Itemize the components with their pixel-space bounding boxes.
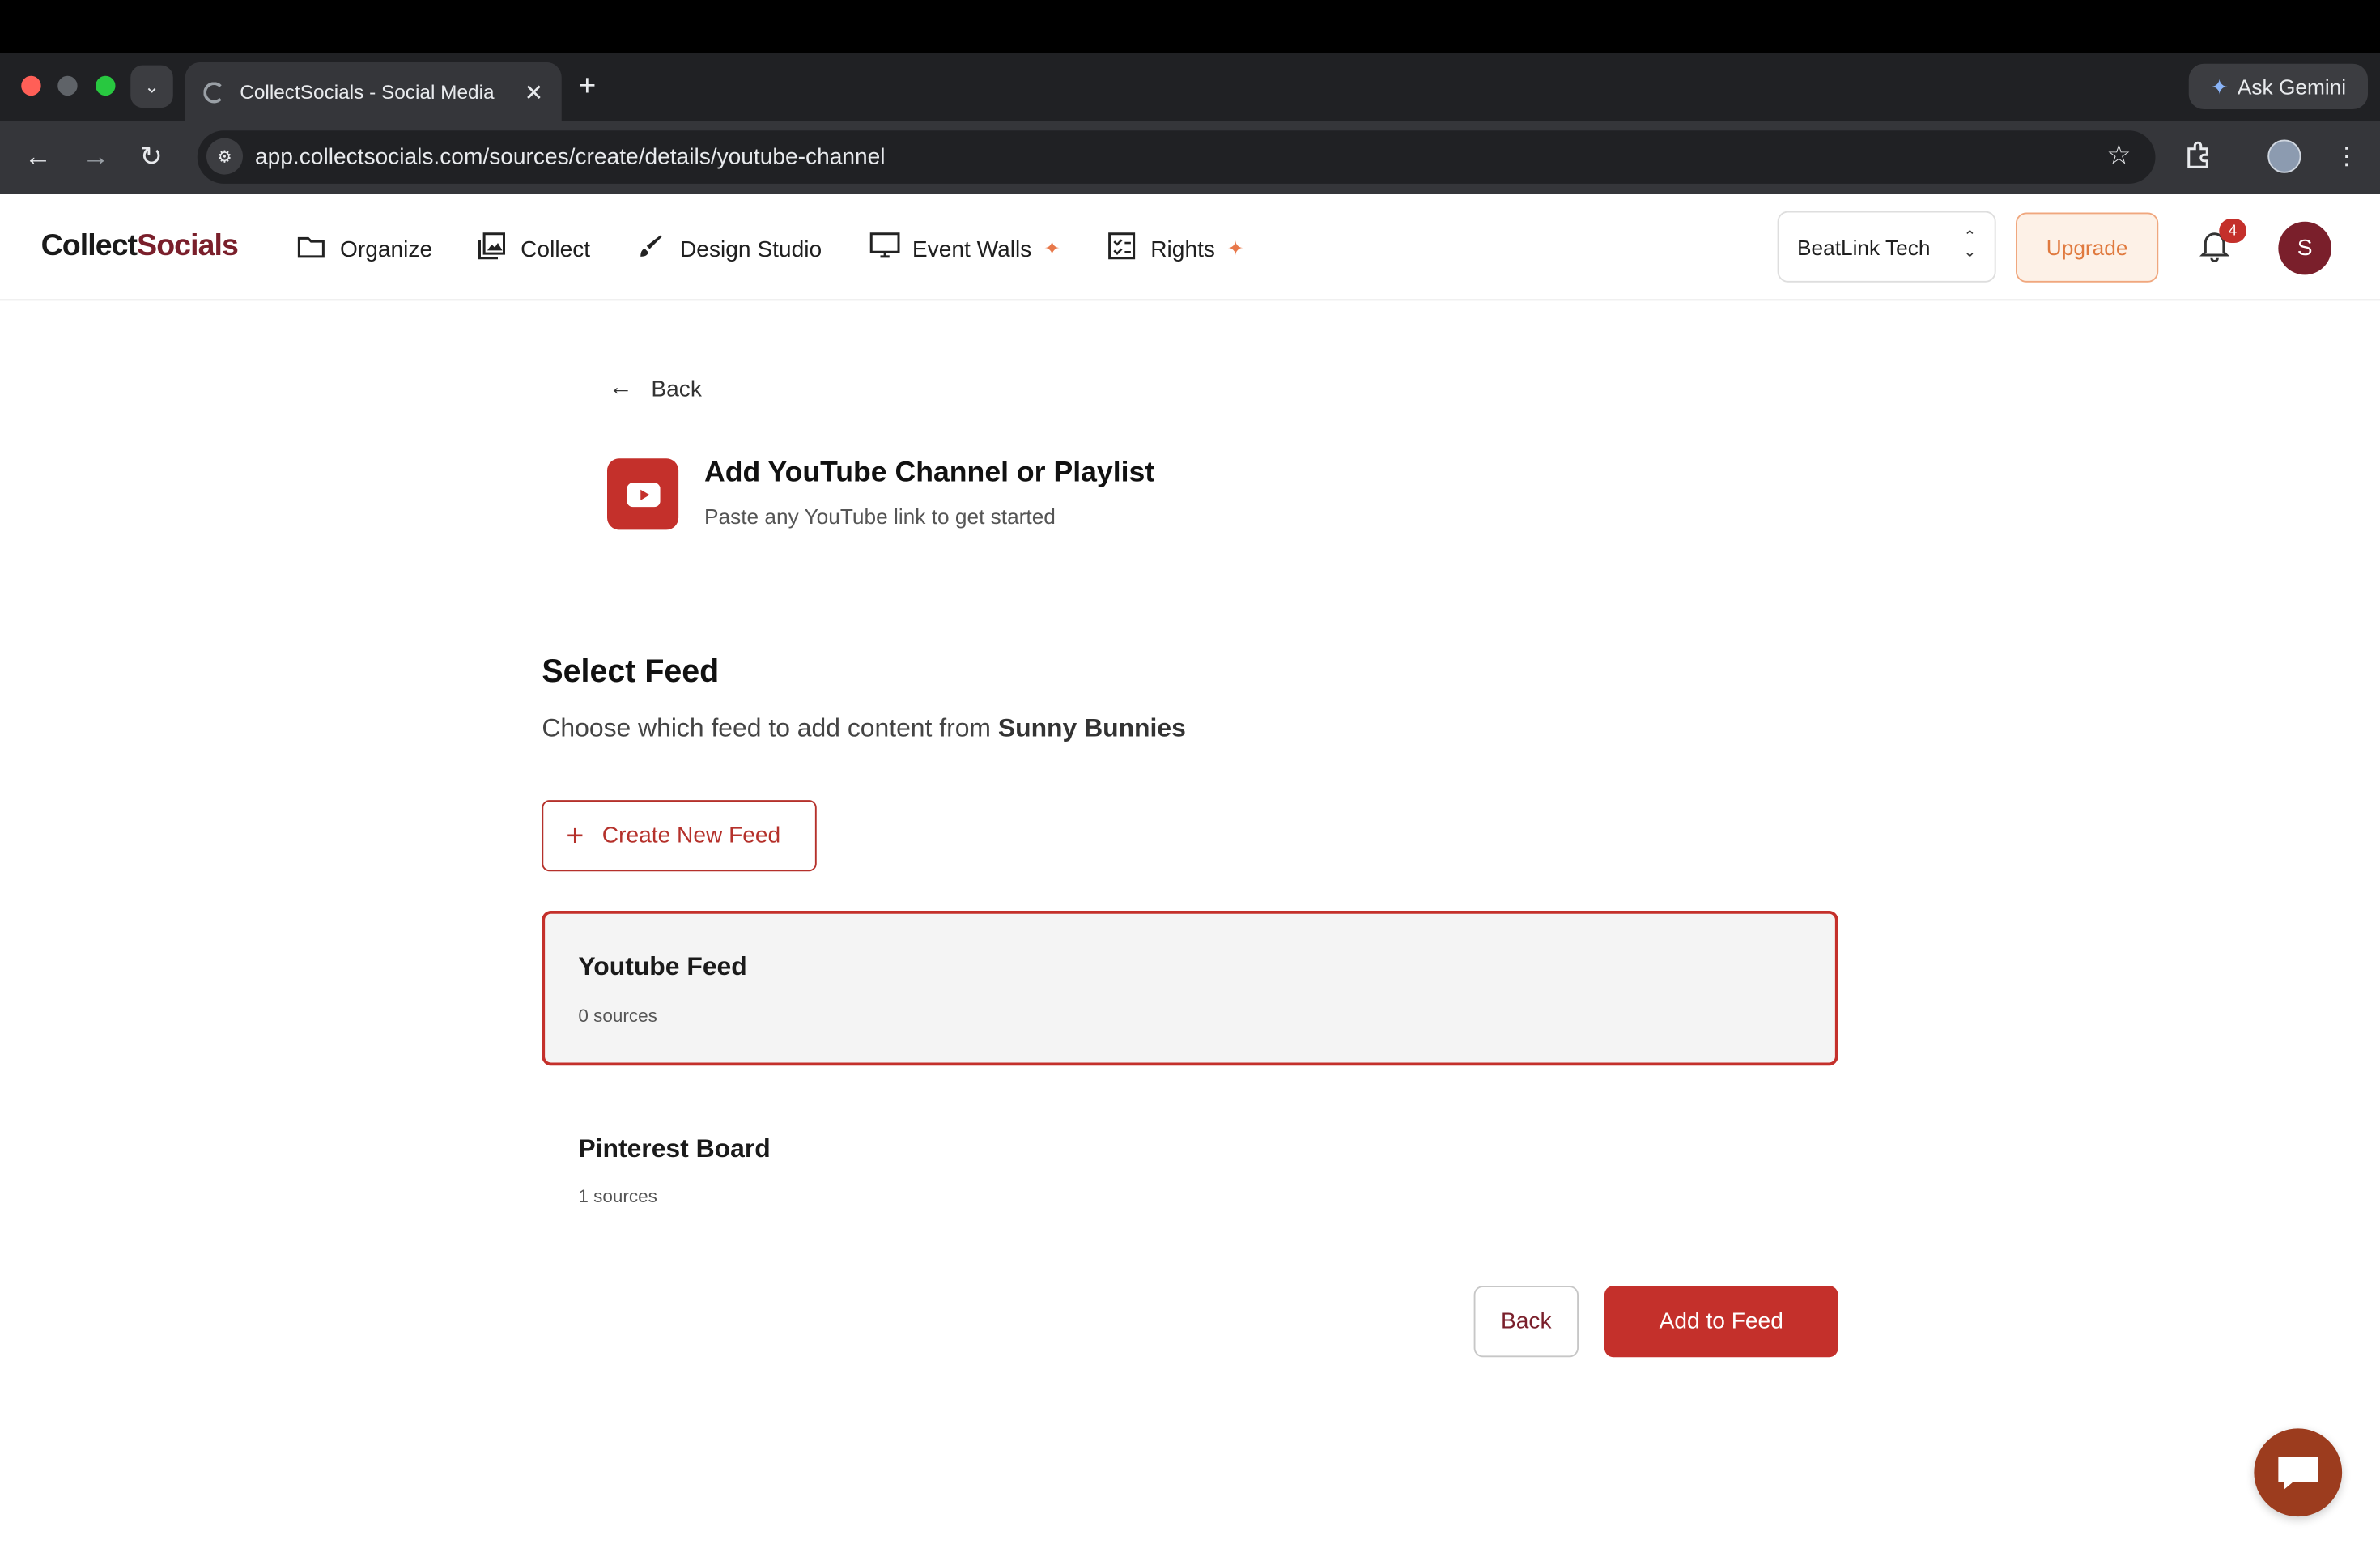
extensions-icon[interactable] [2182, 141, 2213, 179]
arrow-left-icon: ← [608, 375, 633, 401]
tab-search-button[interactable]: ⌄ [130, 65, 173, 108]
nav-collect-label: Collect [521, 236, 591, 262]
feed-name: Pinterest Board [578, 1133, 771, 1163]
chevron-up-down-icon: ⌃ ⌄ [1963, 229, 1977, 262]
section-description: Choose which feed to add content from Su… [542, 713, 1185, 744]
brush-icon [638, 232, 665, 266]
feed-source-count: 0 sources [578, 1005, 657, 1027]
nav-event-walls-label: Event Walls [912, 236, 1032, 262]
collectsocials-logo[interactable]: CollectSocials [40, 229, 239, 264]
back-arrow-icon[interactable]: ← [24, 140, 52, 173]
workspace-name: BeatLink Tech [1797, 234, 1931, 259]
sparkle-icon: ✦ [1043, 236, 1060, 260]
browser-profile-avatar[interactable] [2267, 139, 2301, 173]
create-new-feed-button[interactable]: + Create New Feed [542, 800, 817, 872]
page-title: Add YouTube Channel or Playlist [704, 457, 1155, 489]
monitor-icon [869, 232, 900, 266]
ask-gemini-button[interactable]: ✦ Ask Gemini [2188, 63, 2368, 109]
feed-name: Youtube Feed [578, 951, 747, 981]
menu-bar [0, 0, 2380, 53]
nav-organize-label: Organize [340, 236, 433, 262]
sparkle-icon: ✦ [1226, 236, 1244, 260]
minimize-window-button[interactable] [57, 75, 78, 96]
nav-collect[interactable]: Collect [478, 231, 590, 267]
tab-close-icon[interactable]: ✕ [525, 79, 544, 105]
nav-design-studio-label: Design Studio [680, 236, 822, 262]
tab-title: CollectSocials - Social Media [240, 80, 495, 104]
nav-event-walls[interactable]: Event Walls ✦ [869, 231, 1060, 267]
new-tab-button[interactable]: + [578, 70, 596, 103]
browser-tab[interactable]: CollectSocials - Social Media ✕ [185, 62, 562, 121]
feed-source-count: 1 sources [578, 1185, 657, 1207]
chevron-down-icon: ⌄ [144, 75, 159, 97]
logo-accent-text: Socials [137, 229, 239, 263]
gemini-sparkle-icon: ✦ [2210, 73, 2229, 98]
loading-favicon-icon [203, 81, 225, 103]
screen: ⌄ CollectSocials - Social Media ✕ + ✦ As… [0, 0, 2380, 1548]
image-gallery-icon [478, 232, 506, 266]
checklist-icon [1108, 232, 1136, 266]
ask-gemini-label: Ask Gemini [2237, 74, 2347, 99]
youtube-logo-tile [607, 458, 679, 530]
maximize-window-button[interactable] [96, 75, 116, 96]
back-link-label: Back [651, 376, 702, 402]
chat-icon [2278, 1457, 2318, 1490]
url-text: app.collectsocials.com/sources/create/de… [255, 144, 886, 170]
reload-icon[interactable]: ↻ [140, 140, 163, 173]
address-bar[interactable]: ⚙ app.collectsocials.com/sources/create/… [197, 130, 2156, 184]
nav-design-studio[interactable]: Design Studio [638, 231, 822, 267]
chat-support-button[interactable] [2254, 1428, 2343, 1517]
close-window-button[interactable] [21, 75, 41, 96]
add-to-feed-button[interactable]: Add to Feed [1604, 1286, 1838, 1358]
forward-arrow-icon[interactable]: → [82, 140, 109, 173]
browser-menu-icon[interactable]: ⋮ [2335, 141, 2359, 172]
back-button[interactable]: Back [1473, 1286, 1579, 1358]
folder-icon [297, 234, 325, 265]
nav-rights[interactable]: Rights ✦ [1108, 231, 1244, 267]
source-name: Sunny Bunnies [997, 713, 1186, 742]
section-description-text: Choose which feed to add content from [542, 713, 998, 742]
back-link[interactable]: ← Back [609, 375, 702, 402]
bookmark-star-icon[interactable]: ☆ [2106, 140, 2131, 172]
notification-count-badge: 4 [2219, 219, 2246, 243]
feed-option-youtube-feed[interactable]: Youtube Feed 0 sources [542, 911, 1838, 1066]
page-subtitle: Paste any YouTube link to get started [704, 504, 1056, 529]
site-info-icon[interactable]: ⚙ [206, 138, 243, 175]
youtube-icon [626, 482, 660, 507]
feed-option-pinterest-board[interactable]: Pinterest Board 1 sources [542, 1093, 1838, 1248]
workspace-selector[interactable]: BeatLink Tech ⌃ ⌄ [1777, 211, 1996, 283]
upgrade-button[interactable]: Upgrade [2016, 212, 2159, 283]
nav-organize[interactable]: Organize [297, 231, 433, 267]
user-avatar[interactable]: S [2278, 221, 2331, 275]
logo-text: ollect [62, 229, 138, 263]
logo-letter: C [40, 229, 63, 263]
create-new-feed-label: Create New Feed [601, 823, 781, 849]
plus-icon: + [566, 819, 584, 853]
section-title: Select Feed [542, 654, 720, 690]
nav-rights-label: Rights [1150, 236, 1215, 262]
